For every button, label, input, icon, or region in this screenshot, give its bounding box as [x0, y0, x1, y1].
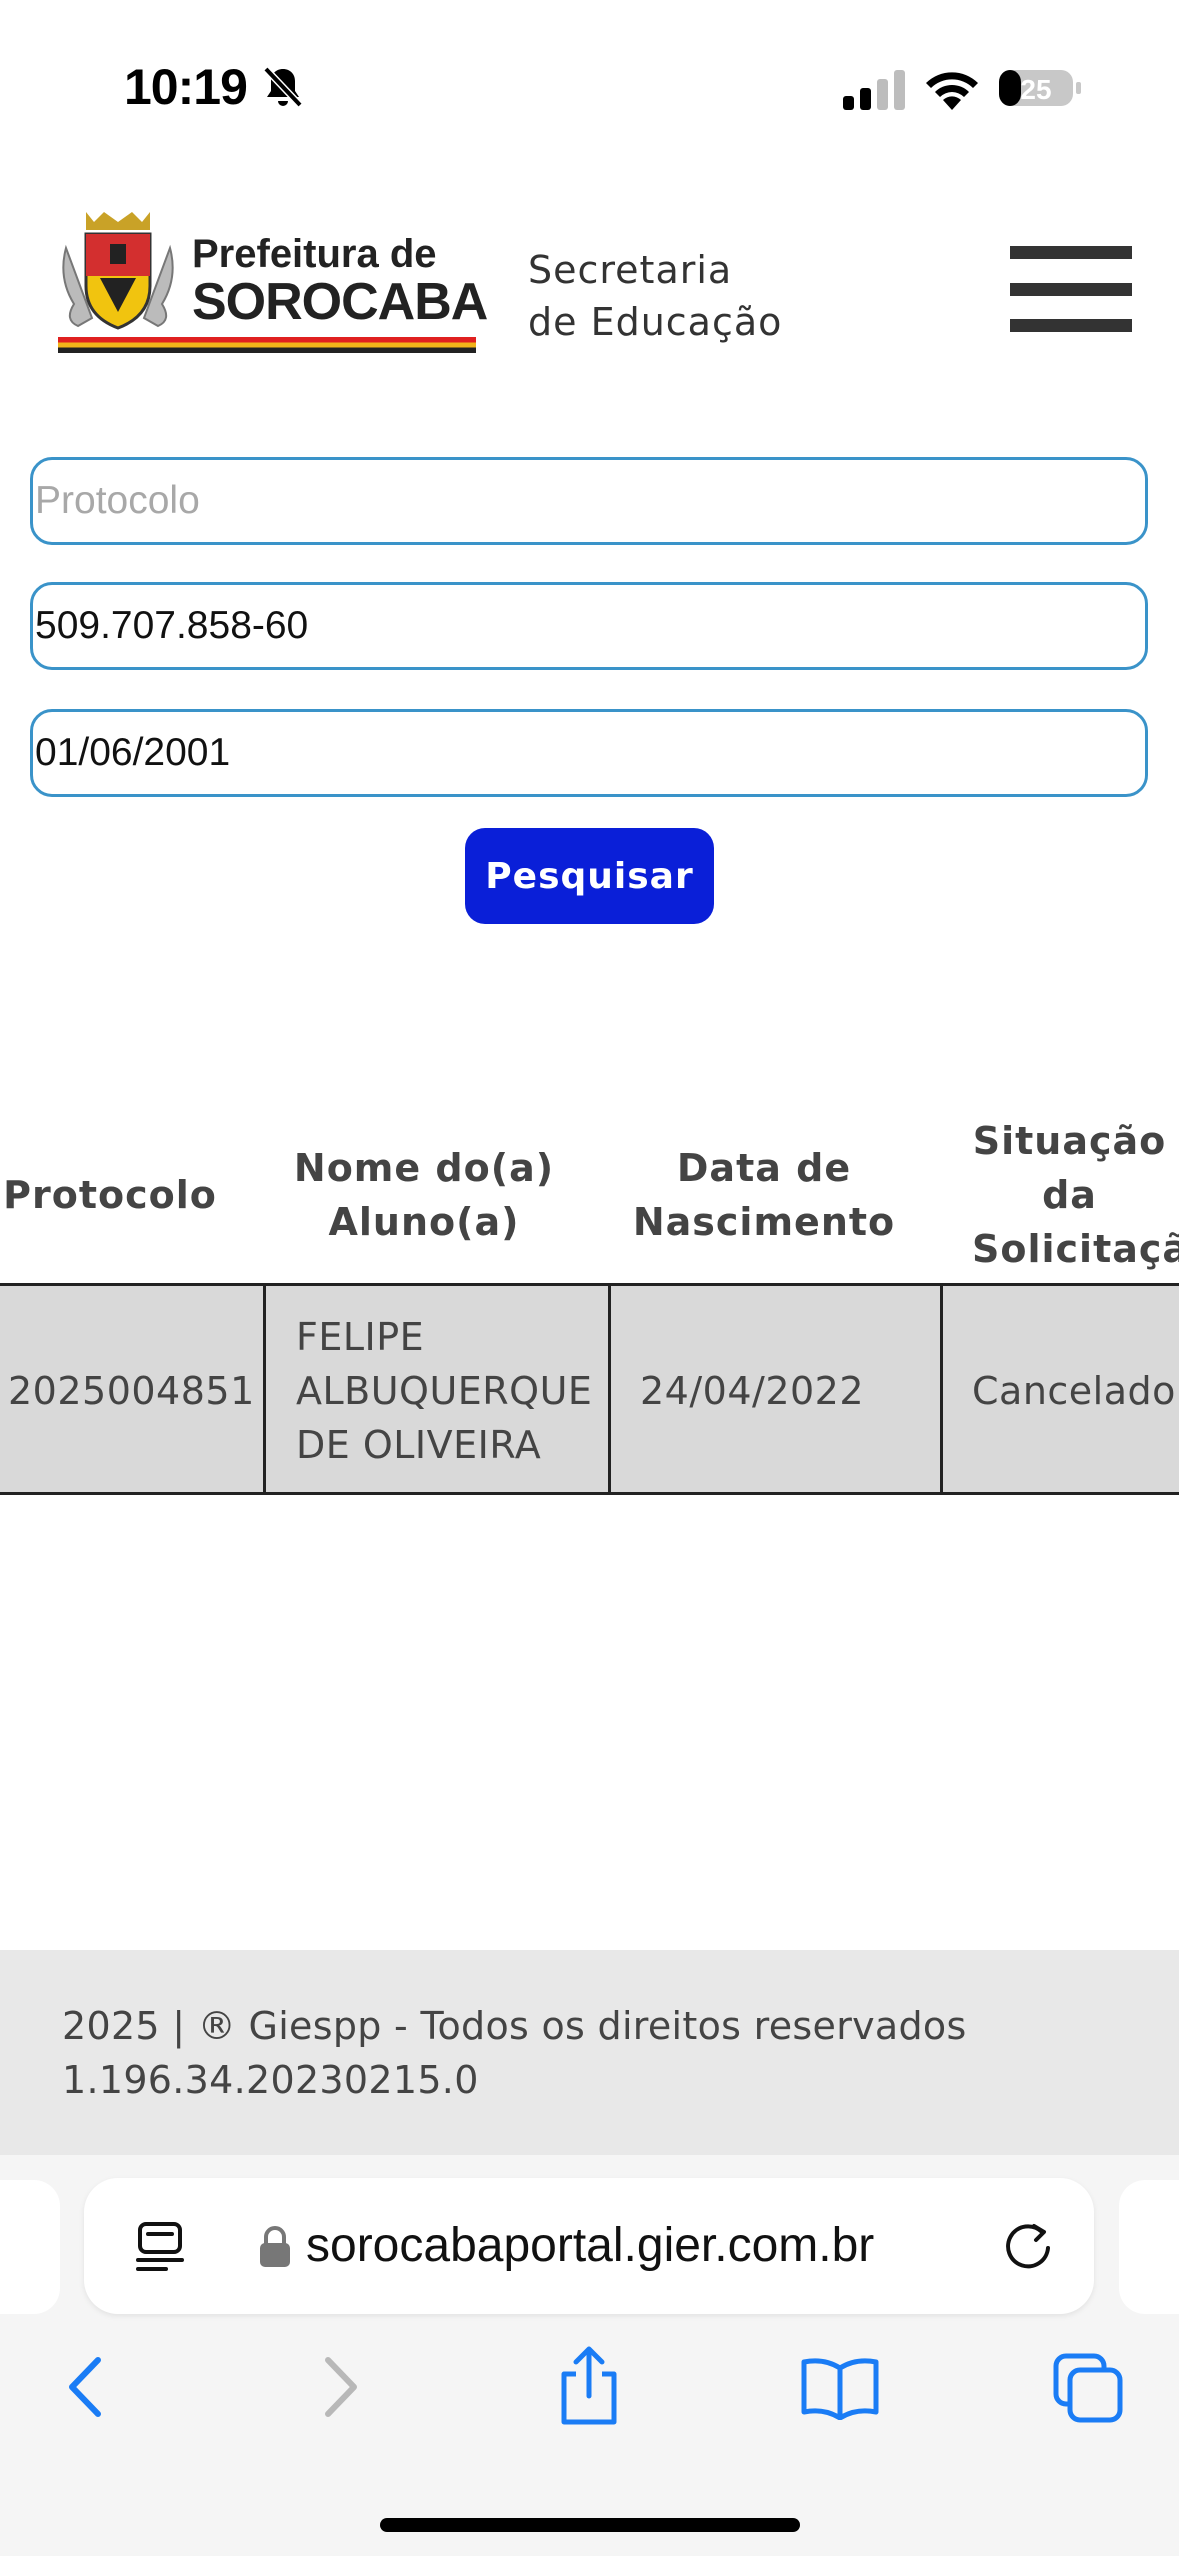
logo-text-sorocaba: SOROCABA — [192, 273, 488, 331]
header-nascimento: Data de Nascimento — [612, 1141, 916, 1249]
home-indicator[interactable] — [380, 2518, 800, 2532]
share-icon[interactable] — [556, 2344, 622, 2426]
cellular-signal-icon — [843, 70, 905, 110]
previous-tab-preview[interactable] — [0, 2180, 60, 2314]
cpf-input[interactable]: 509.707.858-60 — [30, 582, 1148, 670]
header-protocolo: Protocolo — [0, 1168, 220, 1222]
logo-text-prefeitura: Prefeitura de — [192, 232, 437, 276]
table-divider — [608, 1286, 611, 1495]
cell-situacao: Cancelado — [972, 1369, 1176, 1413]
hamburger-menu-icon[interactable] — [1010, 246, 1132, 332]
battery-icon: 25 — [999, 70, 1081, 106]
reload-icon[interactable] — [1000, 2218, 1056, 2274]
secretaria-line-2: de Educação — [528, 300, 783, 344]
search-button[interactable]: Pesquisar — [465, 828, 714, 924]
header-nome-line-2: Aluno(a) — [328, 1200, 520, 1244]
secretaria-line-1: Secretaria — [528, 248, 733, 292]
wifi-icon — [926, 72, 978, 110]
protocolo-input[interactable]: Protocolo — [30, 457, 1148, 545]
header-nascimento-line-2: Nascimento — [632, 1200, 896, 1244]
secretaria-title: Secretaria de Educação — [528, 244, 782, 348]
header-protocolo-line: Protocolo — [3, 1173, 217, 1217]
reader-icon[interactable] — [134, 2220, 186, 2272]
battery-level: 25 — [1020, 74, 1051, 105]
next-tab-preview[interactable] — [1119, 2180, 1179, 2314]
coat-of-arms-logo — [62, 212, 174, 330]
header-situacao-line-3: Solicitação — [972, 1227, 1179, 1271]
header-situacao: Situação da Solicitação — [960, 1114, 1179, 1276]
back-icon[interactable] — [64, 2354, 108, 2420]
tabs-icon[interactable] — [1052, 2352, 1124, 2424]
table-divider — [263, 1286, 266, 1495]
lock-icon — [260, 2226, 290, 2267]
bookmarks-icon[interactable] — [800, 2356, 880, 2420]
footer-copyright: 2025 | ® Giespp - Todos os direitos rese… — [62, 2004, 967, 2048]
cell-nome-line-2: ALBUQUERQUE — [296, 1369, 593, 1413]
logo-stripe — [58, 337, 476, 353]
header-nome: Nome do(a) Aluno(a) — [264, 1141, 584, 1249]
cell-nome-line-1: FELIPE — [296, 1315, 425, 1359]
url-text[interactable]: sorocabaportal.gier.com.br — [306, 2218, 874, 2273]
header-situacao-line-1: Situação — [972, 1119, 1167, 1163]
birthdate-input[interactable]: 01/06/2001 — [30, 709, 1148, 797]
header-nascimento-line-1: Data de — [676, 1146, 852, 1190]
bell-slash-icon — [263, 66, 303, 108]
cell-nome-line-3: DE OLIVEIRA — [296, 1423, 542, 1467]
forward-icon — [325, 2357, 357, 2417]
status-time: 10:19 — [124, 59, 248, 115]
footer — [0, 1950, 1179, 2155]
table-divider — [940, 1286, 943, 1495]
header-situacao-line-2: da — [1042, 1173, 1097, 1217]
cell-nome: FELIPE ALBUQUERQUE DE OLIVEIRA — [296, 1310, 592, 1472]
footer-version: 1.196.34.20230215.0 — [62, 2058, 479, 2102]
cell-protocolo: 2025004851 — [8, 1369, 255, 1413]
cell-nascimento: 24/04/2022 — [640, 1369, 865, 1413]
header-nome-line-1: Nome do(a) — [293, 1146, 555, 1190]
